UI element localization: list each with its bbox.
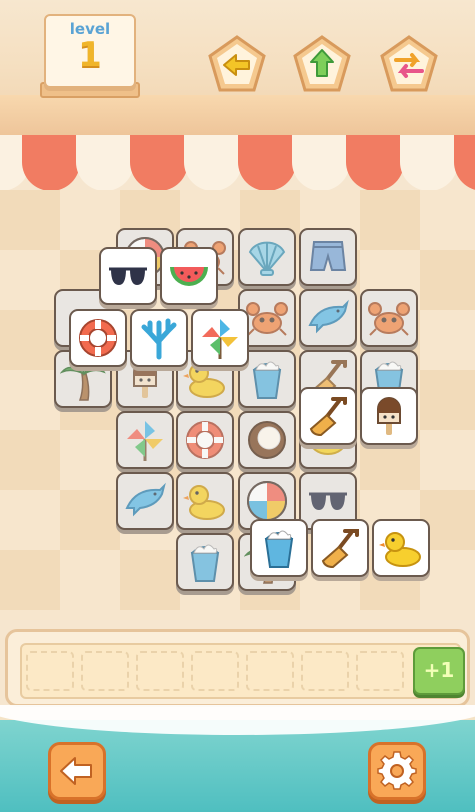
tray-slot (26, 651, 74, 691)
tile-sand-bucket[interactable] (250, 519, 308, 577)
pinwheel-icon (197, 315, 243, 361)
rubber-duck-icon (378, 525, 424, 571)
hint-button[interactable] (291, 34, 351, 94)
coral-icon (136, 315, 182, 361)
tile-shovel[interactable] (299, 387, 357, 445)
tray-slot (301, 651, 349, 691)
tile-crab (360, 289, 418, 347)
life-ring-icon (182, 417, 228, 463)
back-button[interactable] (48, 742, 106, 800)
pinwheel-icon (122, 417, 168, 463)
tray-slots (20, 643, 461, 699)
tile-swim-shorts (299, 228, 357, 286)
tile-seashell (238, 228, 296, 286)
beach-ball-icon (244, 478, 290, 524)
shovel-icon (305, 393, 351, 439)
sand-bucket-icon (256, 525, 302, 571)
tile-shovel[interactable] (311, 519, 369, 577)
gear-icon (377, 751, 417, 790)
tile-coral[interactable] (130, 309, 188, 367)
tile-dolphin (116, 472, 174, 530)
watermelon-icon (166, 253, 212, 299)
tile-rubber-duck[interactable] (372, 519, 430, 577)
shovel-icon (317, 525, 363, 571)
tile-coconut (238, 411, 296, 469)
ice-cream-icon (366, 393, 412, 439)
tray-slot (136, 651, 184, 691)
tray-slot (81, 651, 129, 691)
tile-dolphin (299, 289, 357, 347)
seashell-icon (244, 234, 290, 280)
sunglasses-icon (305, 478, 351, 524)
tile-sand-bucket (176, 533, 234, 591)
tile-watermelon[interactable] (160, 247, 218, 305)
life-ring-icon (75, 315, 121, 361)
tile-sunglasses[interactable] (99, 247, 157, 305)
tile-tray: +1 (5, 629, 470, 707)
tray-slot (246, 651, 294, 691)
tile-life-ring (176, 411, 234, 469)
tile-rubber-duck (176, 472, 234, 530)
sunglasses-icon (105, 253, 151, 299)
swim-shorts-icon (305, 234, 351, 280)
back-arrow-icon (60, 757, 92, 785)
sand-bucket-icon (182, 539, 228, 585)
level-badge: level 1 (44, 14, 136, 88)
rubber-duck-icon (182, 478, 228, 524)
shelf (0, 95, 475, 138)
tile-ice-cream[interactable] (360, 387, 418, 445)
level-number: 1 (78, 35, 102, 75)
settings-button[interactable] (368, 742, 426, 800)
dolphin-icon (305, 295, 351, 341)
add-slot-button[interactable]: +1 (413, 647, 465, 695)
tray-slot (191, 651, 239, 691)
tray-slot (356, 651, 404, 691)
dolphin-icon (122, 478, 168, 524)
tile-pinwheel (116, 411, 174, 469)
undo-button[interactable] (206, 34, 266, 94)
crab-icon (244, 295, 290, 341)
coconut-icon (244, 417, 290, 463)
tile-pinwheel[interactable] (191, 309, 249, 367)
crab-icon (366, 295, 412, 341)
sand-bucket-icon (244, 356, 290, 402)
shuffle-button[interactable] (378, 34, 438, 94)
tile-life-ring[interactable] (69, 309, 127, 367)
awning (0, 135, 475, 193)
